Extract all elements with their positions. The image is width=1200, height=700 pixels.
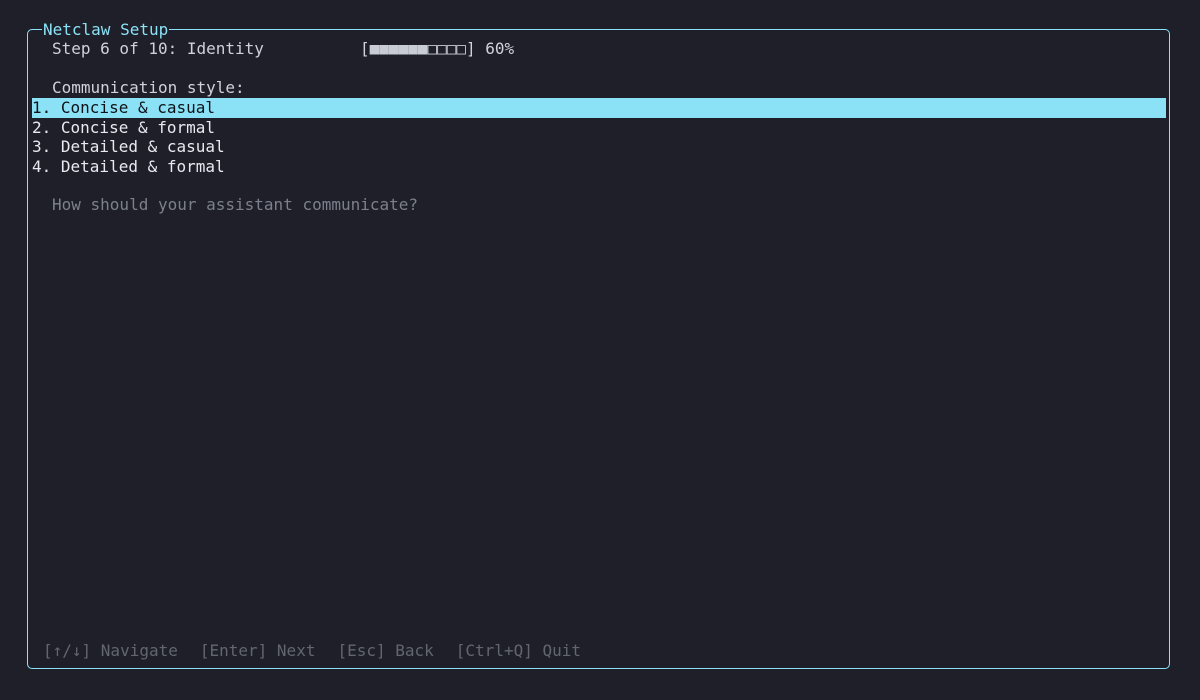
navigate-hint[interactable]: [↑/↓] Navigate bbox=[43, 641, 178, 660]
progress-percent: 60% bbox=[485, 39, 515, 58]
option-detailed-casual[interactable]: 3. Detailed & casual bbox=[32, 137, 1166, 157]
progress-bracket-open: [ bbox=[360, 39, 370, 58]
back-hint[interactable]: [Esc] Back bbox=[337, 641, 433, 660]
step-indicator: Step 6 of 10: Identity bbox=[52, 39, 264, 58]
progress-filled: ■■■■■■ bbox=[369, 39, 428, 58]
option-concise-formal[interactable]: 2. Concise & formal bbox=[32, 118, 1166, 138]
question-label: Communication style: bbox=[52, 78, 245, 97]
keybinding-footer: [↑/↓] Navigate [Enter] Next [Esc] Back [Ctr… bbox=[43, 641, 581, 661]
option-detailed-formal[interactable]: 4. Detailed & formal bbox=[32, 157, 1166, 177]
question-help-text: How should your assistant communicate? bbox=[52, 195, 419, 214]
progress-bar: [■■■■■■□□□□] 60% bbox=[360, 39, 514, 59]
window-title: Netclaw Setup bbox=[42, 20, 170, 40]
progress-bracket-close: ] bbox=[465, 39, 486, 58]
option-list: 1. Concise & casual 2. Concise & formal … bbox=[32, 98, 1166, 176]
option-concise-casual[interactable]: 1. Concise & casual bbox=[32, 98, 1166, 118]
next-hint[interactable]: [Enter] Next bbox=[200, 641, 316, 660]
quit-hint[interactable]: [Ctrl+Q] Quit bbox=[456, 641, 581, 660]
progress-empty: □□□□ bbox=[427, 39, 466, 58]
